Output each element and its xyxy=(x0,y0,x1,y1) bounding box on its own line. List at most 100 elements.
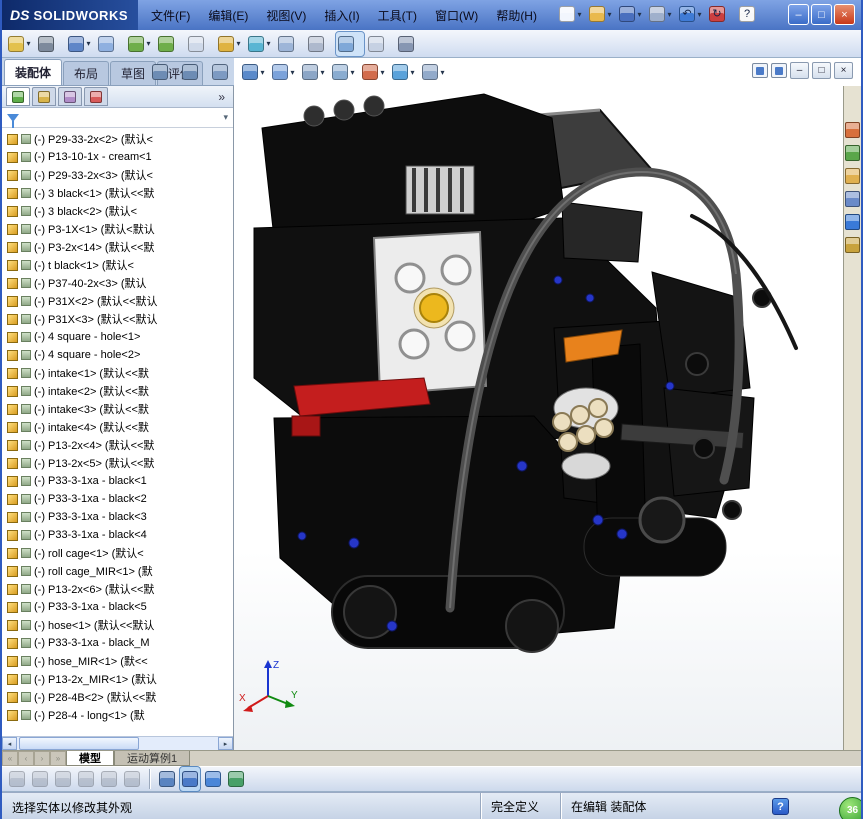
tree-item[interactable]: (-) P28-4B<2> (默认<<默 xyxy=(2,688,233,706)
move-component-icon[interactable]: ▾ xyxy=(126,32,154,56)
custom-properties-icon[interactable] xyxy=(845,237,860,253)
section-view-icon[interactable]: ▾ xyxy=(240,60,268,84)
table-icon[interactable] xyxy=(226,767,246,791)
tree-item[interactable]: (-) hose<1> (默认<<默认 xyxy=(2,616,233,634)
minimize-button[interactable]: – xyxy=(788,4,809,25)
appearances-scenes-icon[interactable] xyxy=(845,214,860,230)
tree-filter-row[interactable]: ▾ xyxy=(2,108,233,128)
tab-scroll-icon[interactable]: ‹ xyxy=(18,751,34,766)
tree-item[interactable]: (-) roll cage_MIR<1> (默 xyxy=(2,562,233,580)
zoom-to-area-icon[interactable] xyxy=(180,60,208,84)
tree-item[interactable]: (-) P33-3-1xa - black<2 xyxy=(2,490,233,508)
menu-item[interactable]: 窗口(W) xyxy=(426,0,487,30)
scroll-right-icon[interactable]: ▸ xyxy=(218,737,233,750)
doc-pane-icon-1[interactable] xyxy=(752,63,768,78)
view-orientation-icon[interactable]: ▾ xyxy=(270,60,298,84)
tab-layout[interactable]: 布局 xyxy=(63,61,110,85)
close-button[interactable]: × xyxy=(834,4,855,25)
tree-item[interactable]: (-) 4 square - hole<1> xyxy=(2,328,233,346)
new-document-icon[interactable]: ▾ xyxy=(557,2,585,26)
file-explorer-icon[interactable] xyxy=(845,168,860,184)
propertymanager-tab[interactable] xyxy=(32,87,56,106)
tree-item[interactable]: (-) intake<3> (默认<<默 xyxy=(2,400,233,418)
help-icon[interactable]: ? xyxy=(737,2,765,26)
tree-item[interactable]: (-) intake<1> (默认<<默 xyxy=(2,364,233,382)
linear-component-pattern-icon[interactable]: ▾ xyxy=(66,32,94,56)
isolate-icon[interactable] xyxy=(335,30,365,57)
selection-filter-toggle-icon[interactable] xyxy=(179,766,201,792)
menu-item[interactable]: 视图(V) xyxy=(257,0,315,30)
display-style-icon[interactable]: ▾ xyxy=(300,60,328,84)
tree-item[interactable]: (-) t black<1> (默认< xyxy=(2,256,233,274)
tree-item[interactable]: (-) P31X<2> (默认<<默认 xyxy=(2,292,233,310)
graphics-area[interactable]: Z X Y xyxy=(234,86,847,750)
new-motion-study-icon[interactable] xyxy=(276,32,304,56)
show-hidden-components-icon[interactable] xyxy=(186,32,214,56)
tree-item[interactable]: (-) P3-1X<1> (默认<默认 xyxy=(2,220,233,238)
rotate-component-icon[interactable] xyxy=(156,32,184,56)
tree-item[interactable]: (-) P37-40-2x<3> (默认 xyxy=(2,274,233,292)
doc-minimize-button[interactable]: – xyxy=(790,62,809,79)
interference-detection-icon[interactable] xyxy=(306,32,334,56)
menu-item[interactable]: 插入(I) xyxy=(315,0,368,30)
scrollbar-track[interactable] xyxy=(17,737,218,750)
reference-geometry-icon[interactable]: ▾ xyxy=(246,32,274,56)
tree-item[interactable]: (-) 3 black<2> (默认< xyxy=(2,202,233,220)
view-palette-icon[interactable] xyxy=(845,191,860,207)
overlay-badge-icon[interactable]: 36 xyxy=(839,797,861,819)
instant3d-icon[interactable] xyxy=(396,32,424,56)
menu-item[interactable]: 编辑(E) xyxy=(199,0,257,30)
tree-item[interactable]: (-) 4 square - hole<2> xyxy=(2,346,233,364)
tree-item[interactable]: (-) P33-3-1xa - black<1 xyxy=(2,472,233,490)
doc-restore-button[interactable]: □ xyxy=(812,62,831,79)
tree-item[interactable]: (-) intake<2> (默认<<默 xyxy=(2,382,233,400)
grid-snap-icon[interactable] xyxy=(203,767,223,791)
filter-edges-icon[interactable] xyxy=(53,767,73,791)
insert-component-icon[interactable]: ▾ xyxy=(6,32,34,56)
solidworks-resources-icon[interactable] xyxy=(845,122,860,138)
tab-motion-study-1[interactable]: 运动算例1 xyxy=(114,751,191,766)
menu-item[interactable]: 工具(T) xyxy=(369,0,426,30)
menu-item[interactable]: 文件(F) xyxy=(142,0,199,30)
apply-scene-icon[interactable]: ▾ xyxy=(390,60,418,84)
tree-item[interactable]: (-) P29-33-2x<2> (默认< xyxy=(2,130,233,148)
panel-expand-chevron[interactable]: » xyxy=(218,90,229,104)
quick-snaps-icon[interactable] xyxy=(157,767,177,791)
doc-close-button[interactable]: × xyxy=(834,62,853,79)
filter-dropdown-icon[interactable]: ▾ xyxy=(223,112,228,123)
filter-surfaces-icon[interactable] xyxy=(99,767,119,791)
undo-icon[interactable]: ↶ ▾ xyxy=(677,2,705,26)
edit-appearance-icon[interactable]: ▾ xyxy=(360,60,388,84)
tree-horizontal-scrollbar[interactable]: ◂ ▸ xyxy=(2,736,233,750)
tree-item[interactable]: (-) P31X<3> (默认<<默认 xyxy=(2,310,233,328)
tab-scroll-icon[interactable]: « xyxy=(2,751,18,766)
maximize-button[interactable]: □ xyxy=(811,4,832,25)
featuremanager-tab[interactable] xyxy=(6,87,30,106)
tree-item[interactable]: (-) P33-3-1xa - black_M xyxy=(2,634,233,652)
scroll-left-icon[interactable]: ◂ xyxy=(2,737,17,750)
design-library-icon[interactable] xyxy=(845,145,860,161)
menu-item[interactable]: 帮助(H) xyxy=(487,0,546,30)
mate-icon[interactable] xyxy=(36,32,64,56)
tree-item[interactable]: (-) P3-2x<14> (默认<<默 xyxy=(2,238,233,256)
open-icon[interactable]: ▾ xyxy=(587,2,615,26)
quick-tips-help-icon[interactable]: ? xyxy=(772,798,789,815)
exploded-view-icon[interactable] xyxy=(366,32,394,56)
hide-show-items-icon[interactable]: ▾ xyxy=(330,60,358,84)
tree-item[interactable]: (-) P28-4 - long<1> (默 xyxy=(2,706,233,724)
tab-scroll-icon[interactable]: » xyxy=(50,751,66,766)
configurationmanager-tab[interactable] xyxy=(58,87,82,106)
tree-item[interactable]: (-) roll cage<1> (默认< xyxy=(2,544,233,562)
tab-scroll-icon[interactable]: › xyxy=(34,751,50,766)
rebuild-icon[interactable]: ↻ xyxy=(707,2,735,26)
tree-item[interactable]: (-) P13-2x<6> (默认<<默 xyxy=(2,580,233,598)
tree-item[interactable]: (-) P13-2x<5> (默认<<默 xyxy=(2,454,233,472)
tree-item[interactable]: (-) P33-3-1xa - black<4 xyxy=(2,526,233,544)
tree-item[interactable]: (-) P33-3-1xa - black<3 xyxy=(2,508,233,526)
tree-item[interactable]: (-) P13-10-1x - cream<1 xyxy=(2,148,233,166)
model-3d-view[interactable] xyxy=(234,86,847,750)
smart-fasteners-icon[interactable] xyxy=(96,32,124,56)
tab-model[interactable]: 模型 xyxy=(66,751,114,766)
zoom-to-fit-icon[interactable] xyxy=(150,60,178,84)
tree-item[interactable]: (-) P29-33-2x<3> (默认< xyxy=(2,166,233,184)
